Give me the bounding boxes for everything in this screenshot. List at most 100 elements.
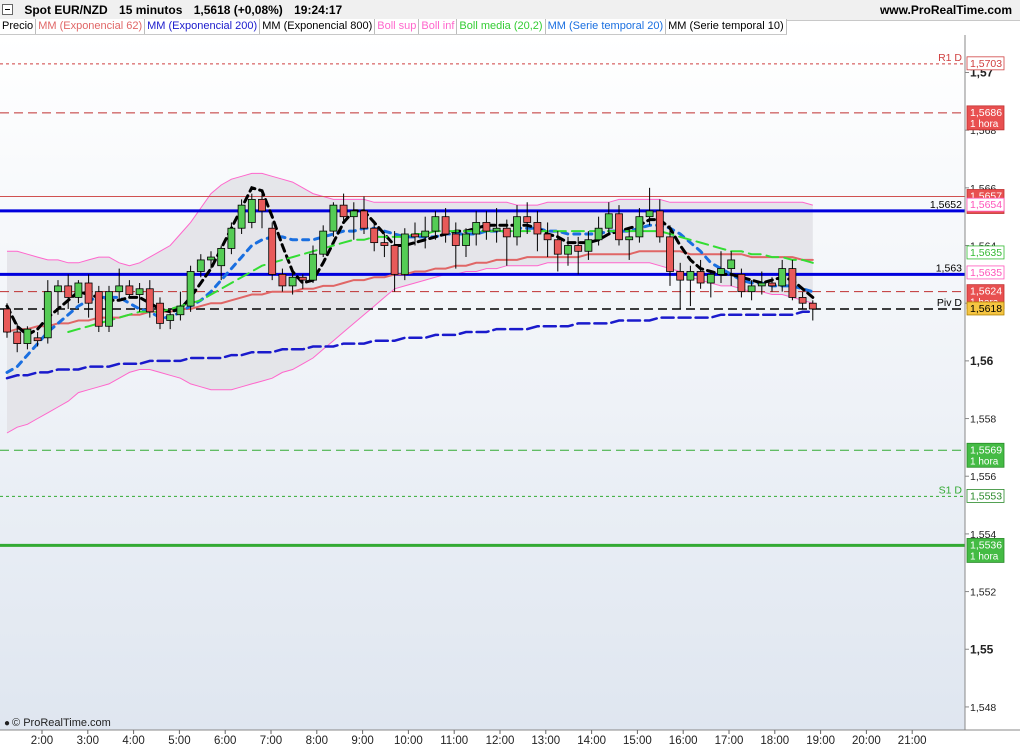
candle-body [696,271,705,284]
candle-body [298,276,307,281]
candle-body [3,308,11,333]
legend-item[interactable]: Boll media (20,2) [457,19,546,34]
price-tag-sublabel: 1 hora [970,119,999,130]
legend-item[interactable]: MM (Serie temporal 10) [666,19,787,34]
time-tick-label: 6:00 [214,735,236,747]
legend-item[interactable]: Boll sup [375,19,420,34]
candle-body [23,328,32,344]
site-url[interactable]: www.ProRealTime.com [880,3,1012,17]
candle-body [462,233,470,246]
candle-body [594,227,603,241]
candle-body [737,273,746,293]
legend-item[interactable]: MM (Exponencial 62) [36,19,146,34]
candle-body [421,230,430,238]
price-tick-label: 1,556 [970,471,996,483]
candle-body [227,227,236,249]
candle-body [768,282,776,287]
legend-item[interactable]: MM (Exponencial 200) [145,19,261,34]
price-tag-label: 1,5635 [970,247,1002,259]
watermark-text: © ProRealTime.com [12,717,111,729]
candle-body [115,285,124,293]
candle-body [441,216,450,235]
candle-body [492,227,501,232]
candle-body [400,233,409,275]
candle-body [237,204,246,229]
candle-body [74,282,83,298]
price-tick-label: 1,558 [970,414,996,426]
time-tick-label: 16:00 [669,735,698,747]
chart-window: Spot EUR/NZD 15 minutos 1,5618 (+0,08%) … [0,0,1020,750]
time-tick-label: 17:00 [715,735,744,747]
candle-body [574,245,583,252]
time-tick-label: 7:00 [260,735,282,747]
candle-body [513,216,521,238]
candle-body [655,210,664,238]
candle-body [309,253,317,281]
instrument-name: Spot EUR/NZD [24,3,108,17]
candle-body [584,239,593,252]
candle-body [604,213,613,229]
candle-body [156,302,164,324]
candle-body [543,233,552,241]
time-tick-label: 5:00 [168,735,190,747]
candle-body [757,282,766,287]
legend-item[interactable]: MM (Serie temporal 20) [546,19,667,34]
time-tick-label: 10:00 [394,735,423,747]
level-label: Piv D [937,297,963,309]
candle-body [788,268,797,298]
proreal-logo-icon: ● [4,718,11,729]
candle-body [186,271,195,307]
candle-body [94,291,103,327]
watermark: ● © ProRealTime.com [4,717,111,729]
candle-body [64,285,73,298]
clock-time: 19:24:17 [294,3,343,17]
candle-body [390,245,399,275]
candle-body [645,210,654,218]
candle-body [451,233,460,246]
price-tick-label: 1,548 [970,702,996,714]
time-tick-label: 8:00 [306,735,328,747]
time-tick-label: 2:00 [31,735,53,747]
level-label: 1,5652 [930,199,962,211]
candle-body [339,204,348,218]
candle-body [145,288,154,313]
price-tag-label: 1,5536 [970,539,1002,551]
candle-body [135,288,144,295]
price-tag-label: 1,5654 [970,199,1002,211]
time-tick-label: 13:00 [531,735,560,747]
level-label: R1 D [938,52,962,64]
candle-body [553,239,562,255]
minimize-button[interactable] [2,4,13,15]
candle-body [247,198,256,223]
candle-body [288,276,297,287]
candle-body [258,198,266,212]
price-axis-panel [965,35,1020,730]
candle-body [747,285,756,293]
candle-body [319,230,328,255]
legend-item[interactable]: MM (Exponencial 800) [260,19,376,34]
legend-item[interactable]: Boll inf [419,19,458,34]
time-tick-label: 11:00 [440,735,468,747]
candle-body [207,256,215,261]
price-tick-label: 1,56 [970,354,994,368]
time-tick-label: 18:00 [760,735,789,747]
title-bar: Spot EUR/NZD 15 minutos 1,5618 (+0,08%) … [0,0,1020,21]
candle-body [278,273,287,287]
price-tag-label: 1,5703 [970,58,1002,70]
candle-body [166,314,175,321]
timeframe[interactable]: 15 minutos [119,3,182,17]
time-tick-label: 9:00 [351,735,373,747]
price-tag-sublabel: 1 hora [970,551,999,562]
time-tick-label: 4:00 [122,735,144,747]
level-label: 1,563 [936,262,962,274]
candle-body [33,337,42,342]
time-tick-label: 15:00 [623,735,652,747]
candle-body [329,204,338,232]
legend-item[interactable]: Precio [0,19,37,34]
candle-body [268,227,277,275]
candle-body [125,285,134,295]
price-chart[interactable]: R1 D1,56521,563Piv DS1 D1,571,5681,5661,… [0,35,1020,750]
candle-body [105,291,113,327]
candle-body [676,271,685,281]
plot-background [0,35,965,730]
